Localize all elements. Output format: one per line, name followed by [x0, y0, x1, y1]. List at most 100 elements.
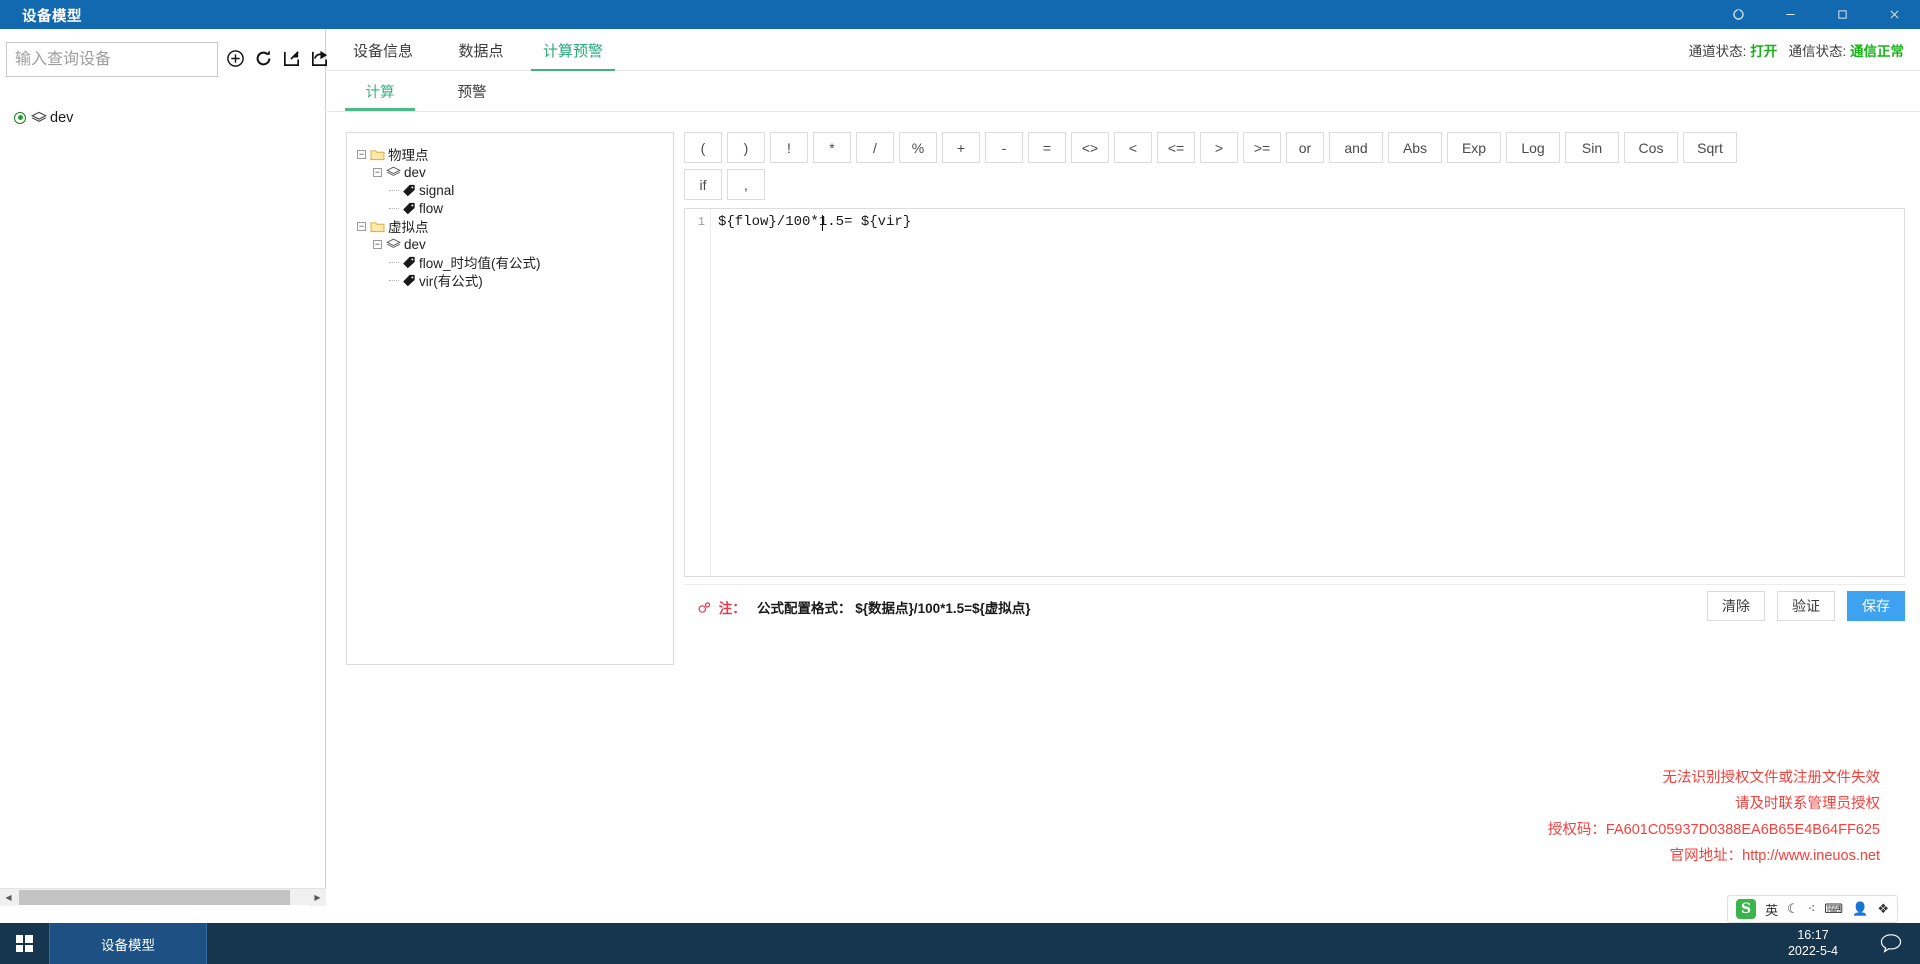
note-format: ${数据点}/100*1.5=${虚拟点} [855, 601, 1031, 616]
operator-button-[interactable]: * [813, 132, 851, 163]
point-tree-item[interactable]: vir(有公式) [357, 271, 541, 289]
secondary-tab-bar: 计算 预警 [327, 72, 1920, 112]
device-icon [386, 166, 401, 178]
validate-button[interactable]: 验证 [1777, 591, 1835, 621]
channel-status-value: 打开 [1750, 44, 1778, 59]
ime-toolbar[interactable]: S 英 ☾ ⁖ ⌨ 👤 ❖ [1727, 895, 1898, 923]
tree-collapse-icon[interactable]: − [373, 167, 382, 177]
tree-collapse-icon[interactable]: − [357, 221, 366, 231]
ime-keyboard-icon[interactable]: ⌨ [1824, 901, 1843, 917]
refresh-icon[interactable] [252, 45, 275, 72]
operator-button-Abs[interactable]: Abs [1388, 132, 1442, 163]
tab-calc-alarm[interactable]: 计算预警 [525, 29, 621, 71]
formula-actions: 清除 验证 保存 [1707, 591, 1905, 621]
folder-icon [370, 220, 385, 233]
operator-button-[interactable]: <= [1157, 132, 1195, 163]
window-title: 设备模型 [22, 9, 82, 25]
tree-connector [389, 261, 399, 263]
maximize-button[interactable] [1816, 0, 1868, 29]
tree-collapse-icon[interactable]: − [357, 149, 366, 159]
tree-connector [389, 189, 399, 191]
clear-button[interactable]: 清除 [1707, 591, 1765, 621]
sidebar-horizontal-scrollbar[interactable]: ◀ ▶ [0, 888, 326, 906]
operator-button-[interactable]: > [1200, 132, 1238, 163]
scrollbar-thumb[interactable] [19, 890, 290, 905]
operator-button-[interactable]: % [899, 132, 937, 163]
ime-toolbox-icon[interactable]: ❖ [1877, 901, 1889, 917]
tab-calc-alarm-label: 计算预警 [542, 42, 603, 60]
application-window: 设备模型 输入查询设备 dev ◀ ▶ 设备信息 数据点 计算预警 通道状态: … [0, 0, 1920, 964]
active-subtab-underline [345, 108, 415, 111]
operator-button-Log[interactable]: Log [1506, 132, 1560, 163]
tab-data-points[interactable]: 数据点 [439, 29, 523, 71]
minimize-button[interactable] [1764, 0, 1816, 29]
operator-button-Cos[interactable]: Cos [1624, 132, 1678, 163]
point-tree-item[interactable]: − 物理点 [357, 145, 541, 163]
operator-button-[interactable]: < [1114, 132, 1152, 163]
close-button[interactable] [1868, 0, 1920, 29]
operator-button-[interactable]: , [727, 169, 765, 200]
operator-button-[interactable]: ! [770, 132, 808, 163]
formula-editor[interactable]: 1 ${flow}/100*1.5= ${vir} [684, 208, 1905, 577]
device-tree: dev [14, 107, 314, 128]
operator-button-Sin[interactable]: Sin [1565, 132, 1619, 163]
scroll-right-arrow-icon[interactable]: ▶ [309, 889, 326, 906]
window-controls [1712, 0, 1920, 29]
active-tab-underline [531, 69, 615, 71]
point-tree-item[interactable]: − dev [357, 163, 541, 181]
tab-alarm[interactable]: 预警 [437, 72, 507, 111]
point-tree-item[interactable]: − 虚拟点 [357, 217, 541, 235]
formula-text[interactable]: ${flow}/100*1.5= ${vir} [718, 214, 911, 230]
windows-logo-icon [15, 935, 33, 952]
taskbar-item-device-model[interactable]: 设备模型 [49, 923, 207, 964]
point-tree-item[interactable]: flow_时均值(有公式) [357, 253, 541, 271]
tab-calculation-label: 计算 [365, 85, 395, 101]
operator-button-[interactable]: ) [727, 132, 765, 163]
operator-button-or[interactable]: or [1286, 132, 1324, 163]
line-number: 1 [697, 215, 705, 229]
license-warning-line-1: 无法识别授权文件或注册文件失效 [1662, 770, 1881, 786]
import-icon[interactable] [280, 45, 303, 72]
ime-language-icon[interactable]: 英 [1765, 900, 1778, 919]
operator-button-[interactable]: ( [684, 132, 722, 163]
operator-button-and[interactable]: and [1329, 132, 1383, 163]
note-label: 公式配置格式： [757, 601, 852, 616]
ime-user-icon[interactable]: 👤 [1852, 901, 1868, 917]
point-tree-item-label: vir(有公式) [419, 274, 483, 289]
operator-button-[interactable]: / [856, 132, 894, 163]
point-tree-item[interactable]: signal [357, 181, 541, 199]
point-tree-item[interactable]: − dev [357, 235, 541, 253]
device-search-input[interactable] [6, 42, 218, 77]
tab-calculation[interactable]: 计算 [345, 72, 415, 111]
operator-button-[interactable]: = [1028, 132, 1066, 163]
minimize-icon [1785, 14, 1795, 15]
operator-button-[interactable]: + [942, 132, 980, 163]
editor-gutter: 1 [685, 209, 711, 576]
sogou-ime-logo-icon[interactable]: S [1736, 899, 1757, 919]
point-tree-item[interactable]: flow [357, 199, 541, 217]
operator-button-[interactable]: <> [1071, 132, 1109, 163]
operator-button-[interactable]: >= [1243, 132, 1281, 163]
ime-punctuation-icon[interactable]: ⁖ [1808, 901, 1816, 917]
tab-device-info[interactable]: 设备信息 [335, 29, 431, 71]
device-tree-item-dev[interactable]: dev [14, 107, 314, 128]
taskbar-item-label: 设备模型 [101, 937, 155, 953]
taskbar-clock[interactable]: 16:17 2022-5-4 [1768, 927, 1858, 959]
ime-moon-icon[interactable]: ☾ [1787, 901, 1799, 917]
operator-button-Exp[interactable]: Exp [1447, 132, 1501, 163]
operator-button-if[interactable]: if [684, 169, 722, 200]
primary-tab-bar: 设备信息 数据点 计算预警 通道状态: 打开 通信状态: 通信正常 [327, 29, 1920, 71]
start-button[interactable] [0, 923, 48, 964]
add-device-icon[interactable] [224, 45, 247, 72]
point-tree-panel: − 物理点 − dev signal flow − 虚拟点 − dev flow_时均值(有公式) v… [346, 132, 674, 665]
scroll-left-arrow-icon[interactable]: ◀ [0, 889, 17, 906]
tree-collapse-icon[interactable]: − [373, 239, 382, 249]
restore-session-button[interactable] [1712, 0, 1764, 29]
point-tree: − 物理点 − dev signal flow − 虚拟点 − dev flow_时均值(有公式) v… [357, 145, 541, 289]
clock-date: 2022-5-4 [1787, 944, 1839, 958]
save-button[interactable]: 保存 [1847, 591, 1905, 621]
notification-chat-icon[interactable] [1880, 933, 1902, 958]
operator-button-[interactable]: - [985, 132, 1023, 163]
sidebar-toolbar [224, 45, 331, 72]
operator-button-Sqrt[interactable]: Sqrt [1683, 132, 1737, 163]
